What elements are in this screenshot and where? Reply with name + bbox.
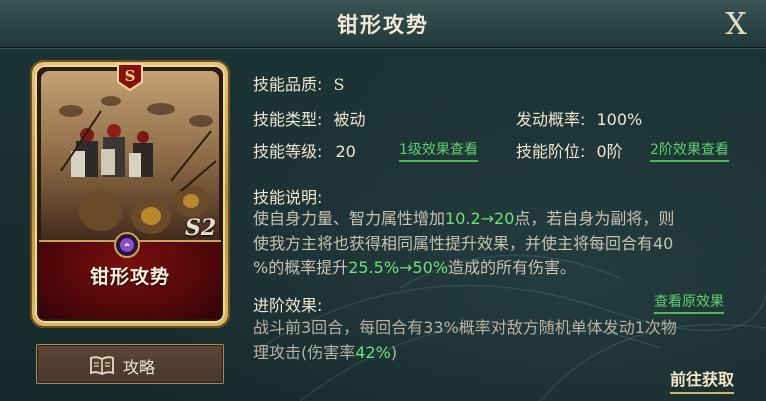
highlight-value: 25.5%→50%: [348, 258, 449, 277]
book-icon: [90, 356, 114, 376]
type-label: 技能类型:: [253, 110, 323, 129]
advanced-effect-text: 战斗前3回合，每回合有33%概率对敌方随机单体发动1次物 理攻击(伤害率42%): [253, 316, 748, 365]
gem-icon: [114, 232, 140, 258]
level-effect-link[interactable]: 1级效果查看: [399, 139, 478, 162]
level-label: 技能等级:: [253, 142, 323, 161]
level-value: 20: [335, 142, 356, 161]
highlight-value: 42%: [355, 342, 391, 362]
trigger-row: 发动概率: 100%: [516, 106, 642, 130]
rank-badge-letter: S: [125, 67, 136, 85]
advanced-line: 理攻击(伤害率42%): [253, 342, 398, 362]
tier-label: 技能阶位:: [516, 142, 586, 161]
type-row: 技能类型: 被动: [253, 106, 366, 130]
quality-label: 技能品质:: [253, 75, 323, 94]
close-button[interactable]: X: [716, 8, 756, 42]
page-title: 钳形攻势: [337, 13, 429, 37]
trigger-label: 发动概率:: [516, 110, 586, 129]
highlight-value: 10.2→20: [445, 209, 515, 228]
advanced-effect-heading: 进阶效果:: [253, 296, 323, 315]
quality-value: S: [333, 75, 345, 94]
quality-row: 技能品质: S: [253, 71, 344, 95]
level-row: 技能等级: 20: [253, 138, 356, 162]
description-line: 使我方主将也获得相同属性提升效果，并使主将每回合有40: [253, 233, 674, 253]
rank-badge-icon: S: [117, 63, 143, 92]
view-original-effect-link[interactable]: 查看原效果: [654, 291, 724, 314]
title-bar: 钳形攻势 X: [0, 0, 766, 49]
guide-button[interactable]: 攻略: [36, 344, 224, 384]
season-mark: S2: [185, 215, 217, 241]
description-heading: 技能说明:: [253, 188, 323, 207]
tier-effect-link[interactable]: 2阶效果查看: [650, 139, 729, 162]
advanced-line: 战斗前3回合，每回合有33%概率对敌方随机单体发动1次物: [253, 318, 677, 337]
trigger-value: 100%: [596, 110, 643, 129]
skill-detail-panel: 钳形攻势 X 钳形攻势 S2 S 攻略 技能品质: S 技能类型: 被动 发动概…: [0, 0, 766, 401]
description-line: 使自身力量、智力属性增加10.2→20点，若自身为副将，则: [253, 209, 675, 228]
tier-value: 0阶: [596, 142, 623, 161]
guide-button-label: 攻略: [123, 358, 156, 377]
skill-card: 钳形攻势 S2 S: [30, 60, 230, 328]
description-text: 使自身力量、智力属性增加10.2→20点，若自身为副将，则 使我方主将也获得相同…: [253, 207, 748, 281]
card-name: 钳形攻势: [89, 266, 170, 288]
type-value: 被动: [333, 110, 366, 129]
tier-row: 技能阶位: 0阶: [516, 138, 623, 162]
go-obtain-link[interactable]: 前往获取: [670, 366, 735, 394]
description-line: %的概率提升25.5%→50%造成的所有伤害。: [253, 258, 577, 277]
